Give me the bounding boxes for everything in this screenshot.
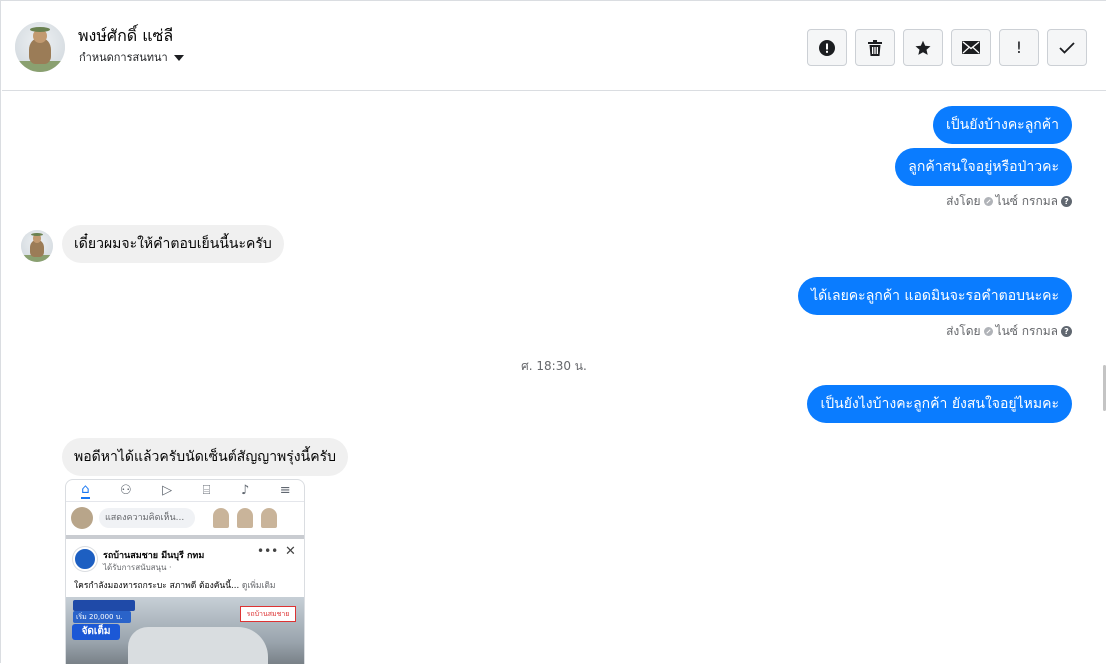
marketplace-icon: ⌸ [202, 483, 211, 498]
photo-badge: จัดเต็ม [72, 624, 120, 640]
spam-button[interactable] [807, 29, 847, 66]
embedded-page-subtitle: ได้รับการสนับสนุน · [103, 563, 172, 572]
embedded-post-photo: เริ่ม 20,000 บ. จัดเต็ม รถบ้านสมชาย [66, 597, 304, 664]
chat-window: พงษ์ศักดิ์ แซ่ลี กำหนดการสนทนา ! เป็นยัง… [0, 0, 1106, 664]
sender-name: ไนซ์ กรกมล [995, 194, 1058, 208]
shared-image[interactable]: ⌂ ⚇ ▷ ⌸ ♪ ≡ แสดงความคิดเห็น... รถบ้านสมช… [65, 479, 305, 664]
embedded-people [213, 508, 277, 528]
sent-by-text: ส่งโดย [946, 324, 981, 338]
home-icon: ⌂ [81, 482, 90, 499]
sent-by-label: ส่งโดย ไนซ์ กรกมล ? [946, 192, 1072, 211]
star-button[interactable] [903, 29, 943, 66]
menu-icon: ≡ [279, 483, 291, 498]
embedded-comment-input: แสดงความคิดเห็น... [99, 508, 195, 528]
conversation-setting-dropdown[interactable]: กำหนดการสนทนา [79, 48, 184, 66]
bell-icon: ♪ [240, 483, 250, 498]
embedded-post-caption: ใครกำลังมองหารถกระบะ สภาพดี ต้องคันนี้..… [74, 581, 276, 591]
outgoing-message[interactable]: ได้เลยคะลูกค้า แอดมินจะรอคำตอบนะคะ [798, 277, 1072, 315]
status-icon [983, 197, 993, 206]
photo-banner [73, 600, 135, 611]
status-icon [983, 327, 993, 336]
sent-by-label: ส่งโดย ไนซ์ กรกมล ? [946, 322, 1072, 341]
more-icon: ••• [257, 544, 279, 558]
check-icon [1059, 41, 1075, 54]
embedded-nav-bar: ⌂ ⚇ ▷ ⌸ ♪ ≡ [66, 480, 304, 502]
outgoing-message[interactable]: เป็นยังไงบ้างคะลูกค้า ยังสนใจอยู่ไหมคะ [807, 385, 1072, 423]
conversation-header: พงษ์ศักดิ์ แซ่ลี กำหนดการสนทนา ! [2, 2, 1106, 91]
message-list[interactable]: เป็นยังบ้างคะลูกค้า ลูกค้าสนใจอยู่หรือป่… [2, 92, 1106, 664]
photo-logo: รถบ้านสมชาย [240, 606, 296, 622]
help-icon[interactable]: ? [1061, 326, 1072, 337]
car-image [128, 627, 268, 664]
mark-done-button[interactable] [1047, 29, 1087, 66]
time-divider: ศ. 18:30 น. [521, 359, 587, 373]
sender-name: ไนซ์ กรกมล [995, 324, 1058, 338]
incoming-message[interactable]: เดี๋ยวผมจะให้คำตอบเย็นนี้นะครับ [62, 225, 284, 263]
star-icon [915, 40, 931, 55]
caret-down-icon [173, 54, 184, 61]
page-avatar [73, 547, 97, 571]
avatar[interactable] [15, 22, 65, 72]
embedded-page-name: รถบ้านสมชาย มีนบุรี กทม [103, 551, 205, 561]
contact-name[interactable]: พงษ์ศักดิ์ แซ่ลี [78, 24, 173, 49]
embedded-compose-row: แสดงความคิดเห็น... [71, 504, 301, 532]
mark-unread-button[interactable] [951, 29, 991, 66]
envelope-icon [962, 41, 980, 54]
photo-price-tag: เริ่ม 20,000 บ. [73, 611, 131, 623]
avatar [71, 507, 93, 529]
incoming-message[interactable]: พอดีหาได้แล้วครับนัดเซ็นต์สัญญาพรุ่งนี้ค… [62, 438, 348, 476]
close-icon: ✕ [285, 544, 296, 559]
alert-circle-icon [819, 39, 835, 56]
sent-by-text: ส่งโดย [946, 194, 981, 208]
exclamation-icon: ! [1015, 38, 1023, 57]
outgoing-message[interactable]: ลูกค้าสนใจอยู่หรือป่าวคะ [895, 148, 1072, 186]
friends-icon: ⚇ [120, 483, 132, 498]
watch-icon: ▷ [162, 483, 173, 498]
outgoing-message[interactable]: เป็นยังบ้างคะลูกค้า [932, 106, 1072, 144]
divider [66, 535, 304, 539]
conversation-setting-label: กำหนดการสนทนา [79, 51, 168, 64]
delete-button[interactable] [855, 29, 895, 66]
trash-icon [868, 39, 882, 56]
avatar[interactable] [21, 230, 53, 262]
mark-important-button[interactable]: ! [999, 29, 1039, 66]
help-icon[interactable]: ? [1061, 196, 1072, 207]
